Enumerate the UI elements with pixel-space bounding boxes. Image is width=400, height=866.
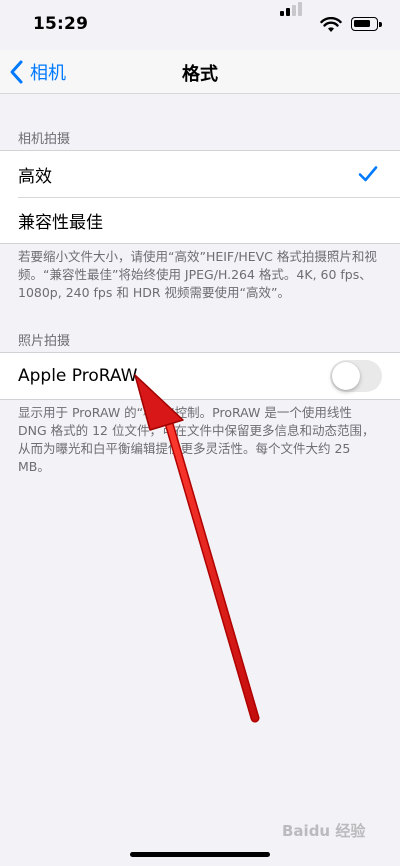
navigation-bar: 相机 格式 <box>0 50 400 94</box>
wifi-icon <box>320 17 342 32</box>
option-label: 兼容性最佳 <box>18 212 103 233</box>
toggle-knob <box>332 362 360 390</box>
battery-icon <box>351 17 378 31</box>
page-title: 格式 <box>182 64 218 85</box>
home-indicator <box>130 852 270 857</box>
section-header-photo-capture: 照片拍摄 <box>18 334 71 349</box>
watermark: Baidu 经验 <box>282 822 366 840</box>
option-high-efficiency[interactable]: 高效 <box>0 151 400 197</box>
status-bar: 15:29 <box>0 0 400 50</box>
apple-proraw-label: Apple ProRAW <box>18 366 138 386</box>
photo-capture-group: Apple ProRAW <box>0 352 400 400</box>
apple-proraw-row: Apple ProRAW <box>0 353 400 399</box>
photo-capture-footer: 显示用于 ProRAW 的“相机”控制。ProRAW 是一个使用线性 DNG 格… <box>18 405 375 474</box>
signal-icon <box>280 2 302 16</box>
option-label: 高效 <box>18 166 52 187</box>
apple-proraw-toggle[interactable] <box>330 360 382 392</box>
status-time: 15:29 <box>33 14 89 34</box>
battery-cap <box>379 22 382 27</box>
checkmark-icon <box>358 166 378 182</box>
camera-capture-footer: 若要缩小文件大小，请使用“高效”HEIF/HEVC 格式拍摄照片和视频。“兼容性… <box>18 249 377 300</box>
section-header-camera-capture: 相机拍摄 <box>18 132 71 147</box>
camera-capture-group: 高效 兼容性最佳 <box>0 150 400 244</box>
option-most-compatible[interactable]: 兼容性最佳 <box>0 197 400 243</box>
